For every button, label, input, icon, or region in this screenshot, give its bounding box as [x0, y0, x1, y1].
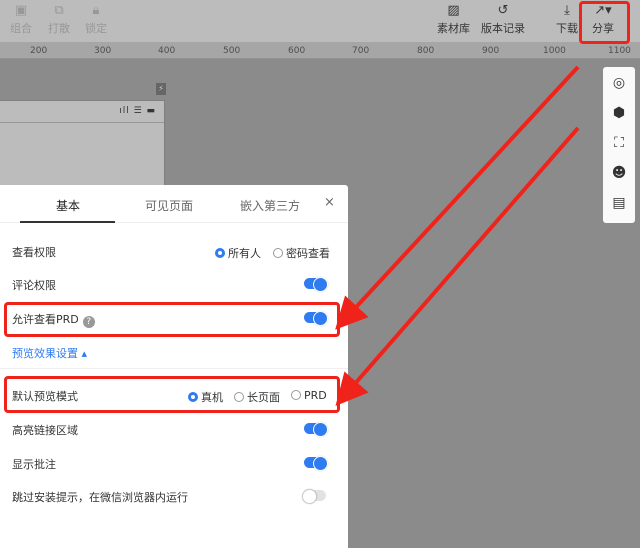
arrow-to-preview-mode — [335, 126, 580, 407]
editor-canvas: ▣ 组合 ⧉ 打散 🔒︎ 锁定 ▨ 素材库 ↺ 版本记录 ⤓ 下载 ↗▾ 分享 … — [0, 0, 640, 548]
annotation-arrows — [335, 65, 580, 407]
arrow-to-allow-prd — [335, 65, 580, 330]
